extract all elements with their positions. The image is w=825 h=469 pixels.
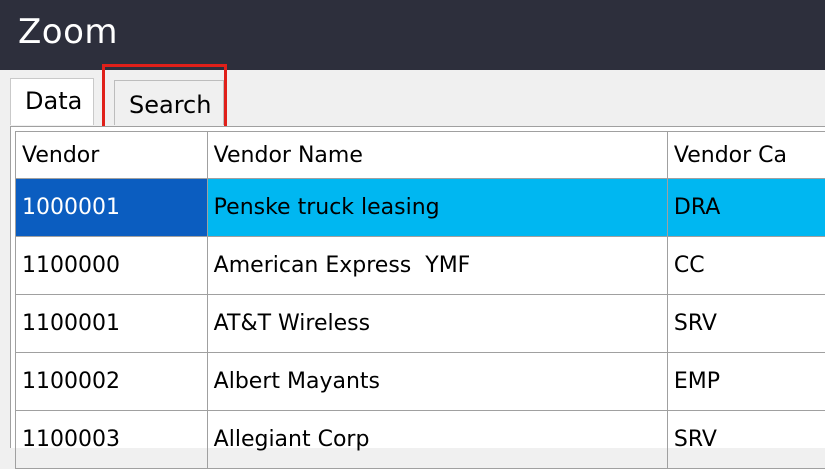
- table-row[interactable]: 1100002 Albert Mayants EMP: [16, 353, 825, 411]
- vendor-category-cell[interactable]: DRA: [667, 179, 825, 237]
- vendor-cell[interactable]: 1100003: [16, 411, 208, 469]
- vendor-grid: Vendor Vendor Name Vendor Ca 1000001 Pen…: [10, 126, 825, 448]
- vendor-name-cell[interactable]: Penske truck leasing: [207, 179, 667, 237]
- vendor-name-cell[interactable]: American Express YMF: [207, 237, 667, 295]
- table-row[interactable]: 1100003 Allegiant Corp SRV: [16, 411, 825, 469]
- header-row: Vendor Vendor Name Vendor Ca: [16, 132, 825, 179]
- column-header-vendor[interactable]: Vendor: [16, 132, 208, 179]
- vendor-name-cell[interactable]: Allegiant Corp: [207, 411, 667, 469]
- vendor-name-cell[interactable]: Albert Mayants: [207, 353, 667, 411]
- vendor-category-cell[interactable]: CC: [667, 237, 825, 295]
- vendor-name-cell[interactable]: AT&T Wireless: [207, 295, 667, 353]
- tab-search-label: Search: [129, 91, 211, 119]
- vendor-cell[interactable]: 1100000: [16, 237, 208, 295]
- tab-search[interactable]: Search: [114, 80, 224, 125]
- vendor-category-cell[interactable]: SRV: [667, 411, 825, 469]
- tab-strip: Data Search: [0, 70, 825, 126]
- vendor-table: Vendor Vendor Name Vendor Ca 1000001 Pen…: [15, 131, 825, 469]
- vendor-cell[interactable]: 1100001: [16, 295, 208, 353]
- tab-data-label: Data: [25, 87, 82, 115]
- column-header-vendor-category[interactable]: Vendor Ca: [667, 132, 825, 179]
- window-title: Zoom: [18, 12, 118, 52]
- vendor-cell[interactable]: 1100002: [16, 353, 208, 411]
- table-row[interactable]: 1000001 Penske truck leasing DRA: [16, 179, 825, 237]
- tab-data[interactable]: Data: [10, 78, 94, 125]
- vendor-category-cell[interactable]: EMP: [667, 353, 825, 411]
- vendor-cell[interactable]: 1000001: [16, 179, 208, 237]
- table-row[interactable]: 1100000 American Express YMF CC: [16, 237, 825, 295]
- vendor-category-cell[interactable]: SRV: [667, 295, 825, 353]
- title-bar: Zoom: [0, 0, 825, 70]
- column-header-vendor-name[interactable]: Vendor Name: [207, 132, 667, 179]
- table-row[interactable]: 1100001 AT&T Wireless SRV: [16, 295, 825, 353]
